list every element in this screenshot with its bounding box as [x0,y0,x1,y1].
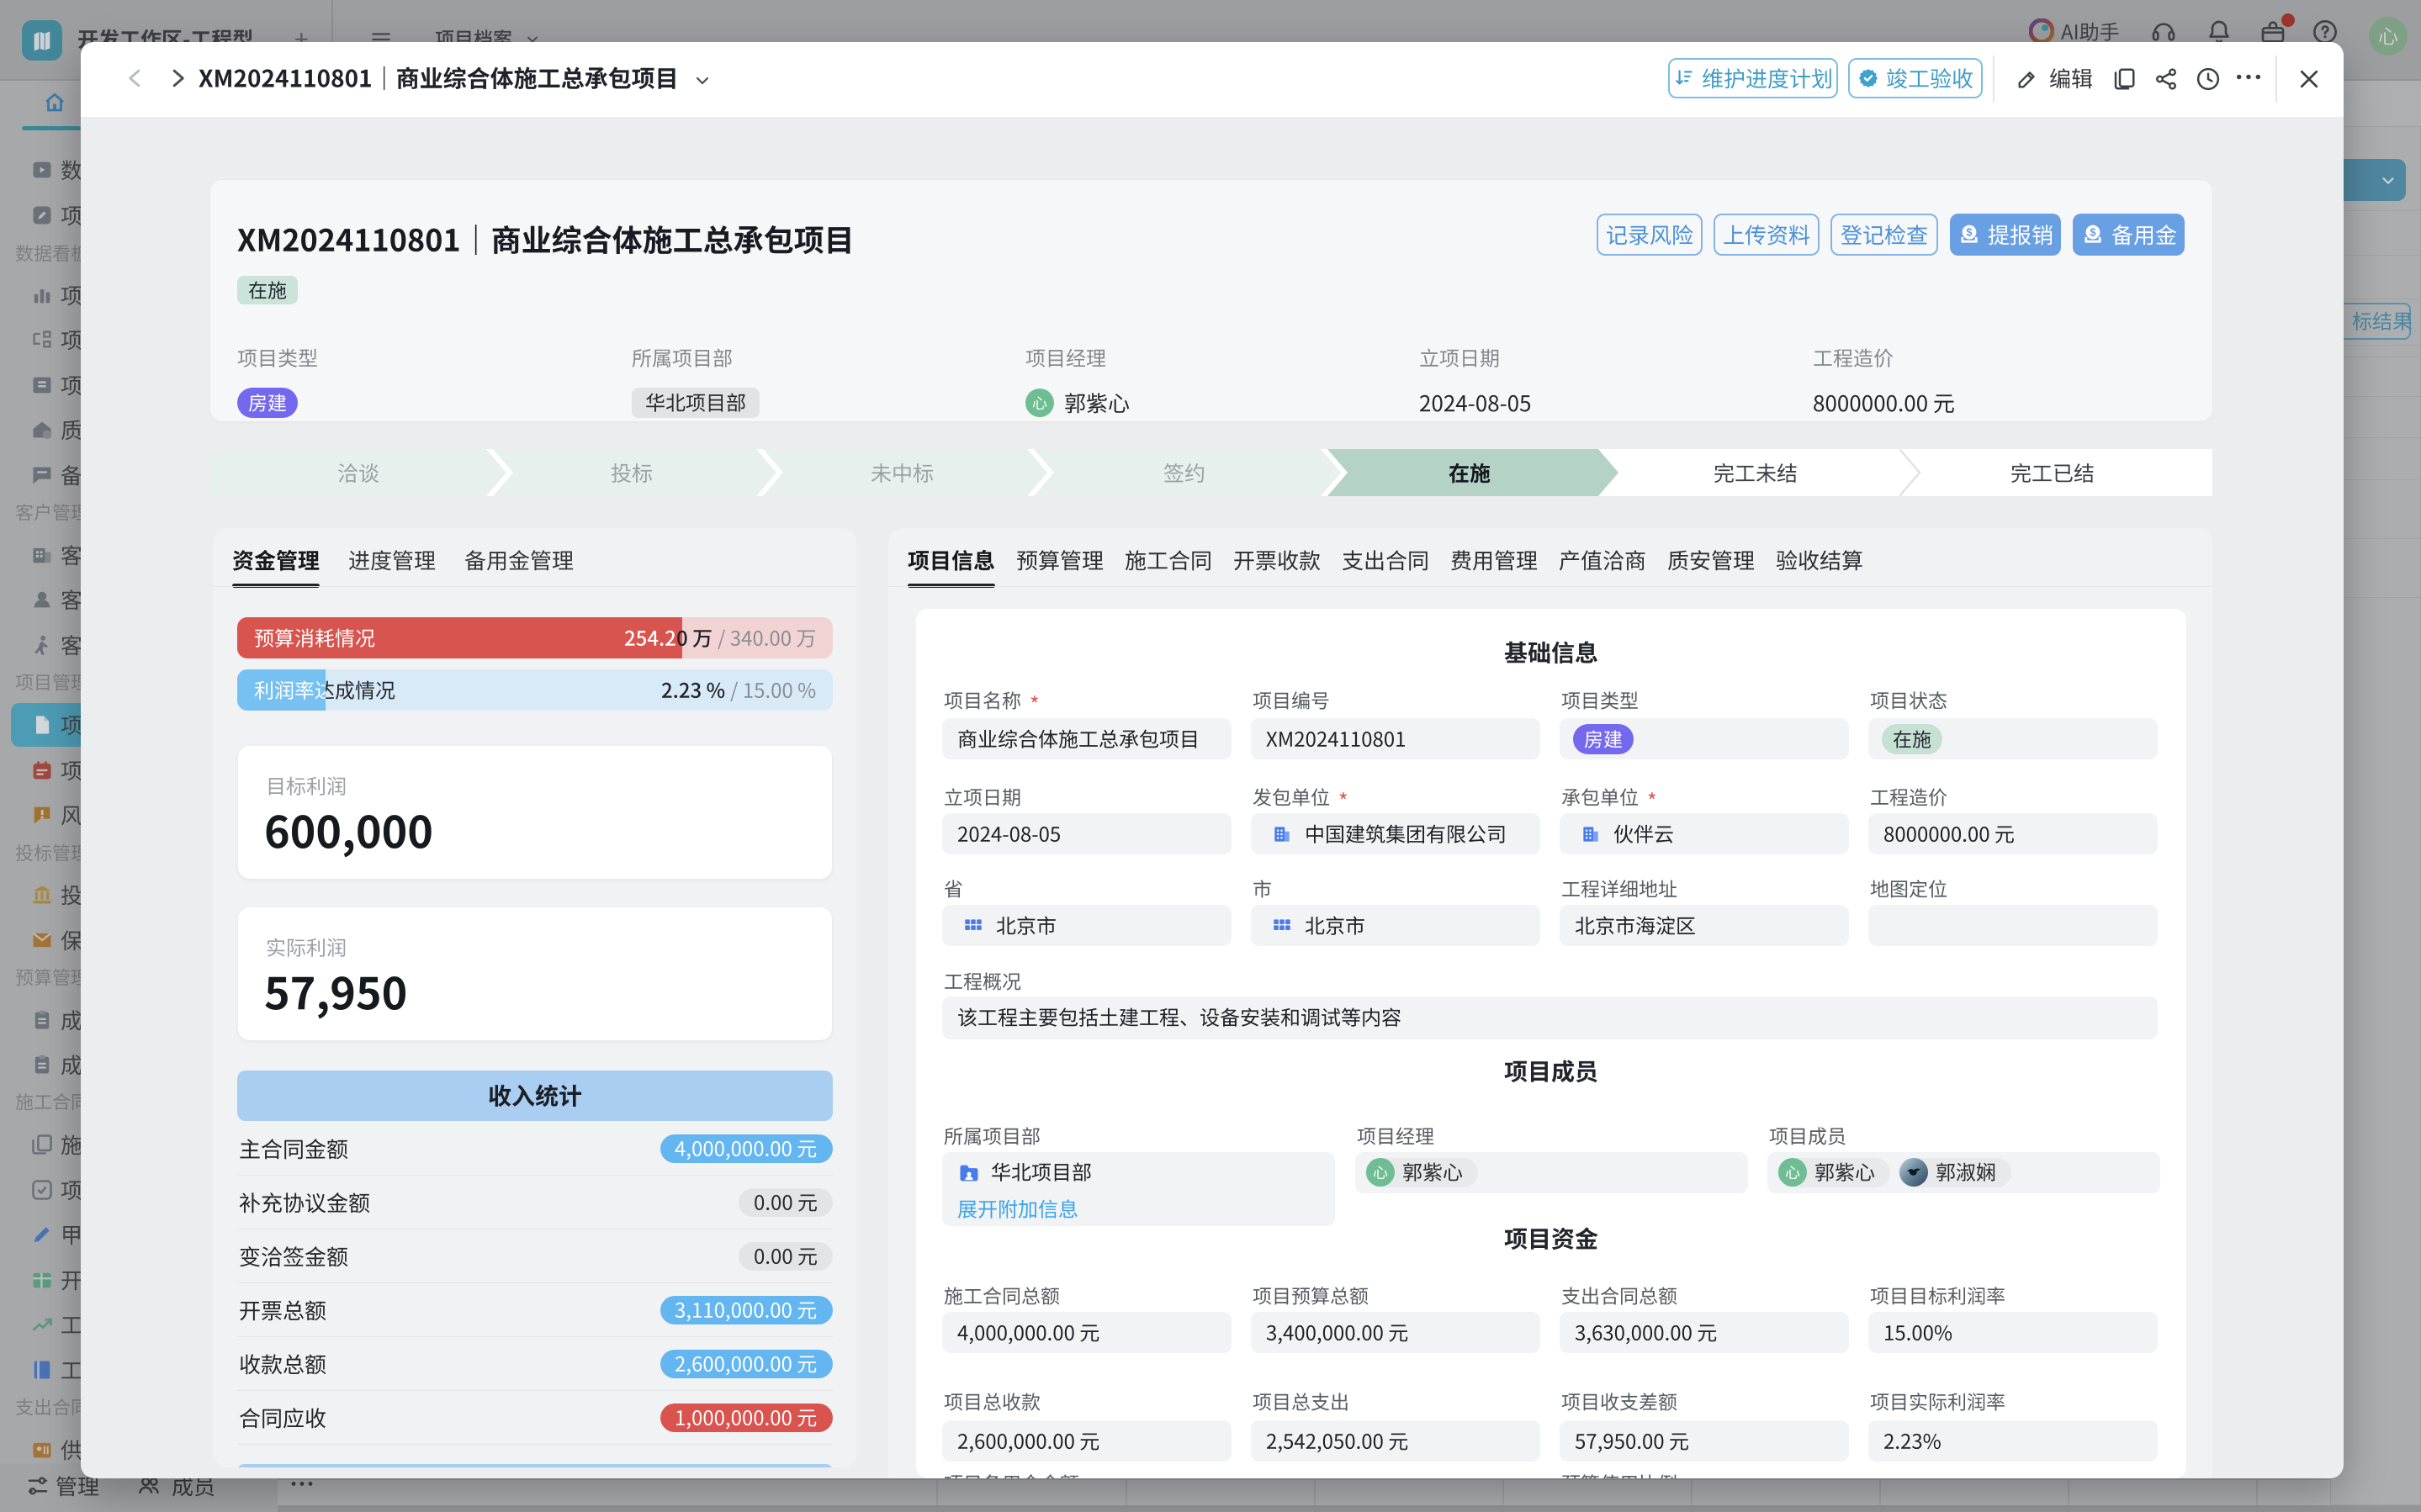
svg-text:$: $ [2090,226,2095,239]
svg-text:$: $ [1966,226,1972,239]
